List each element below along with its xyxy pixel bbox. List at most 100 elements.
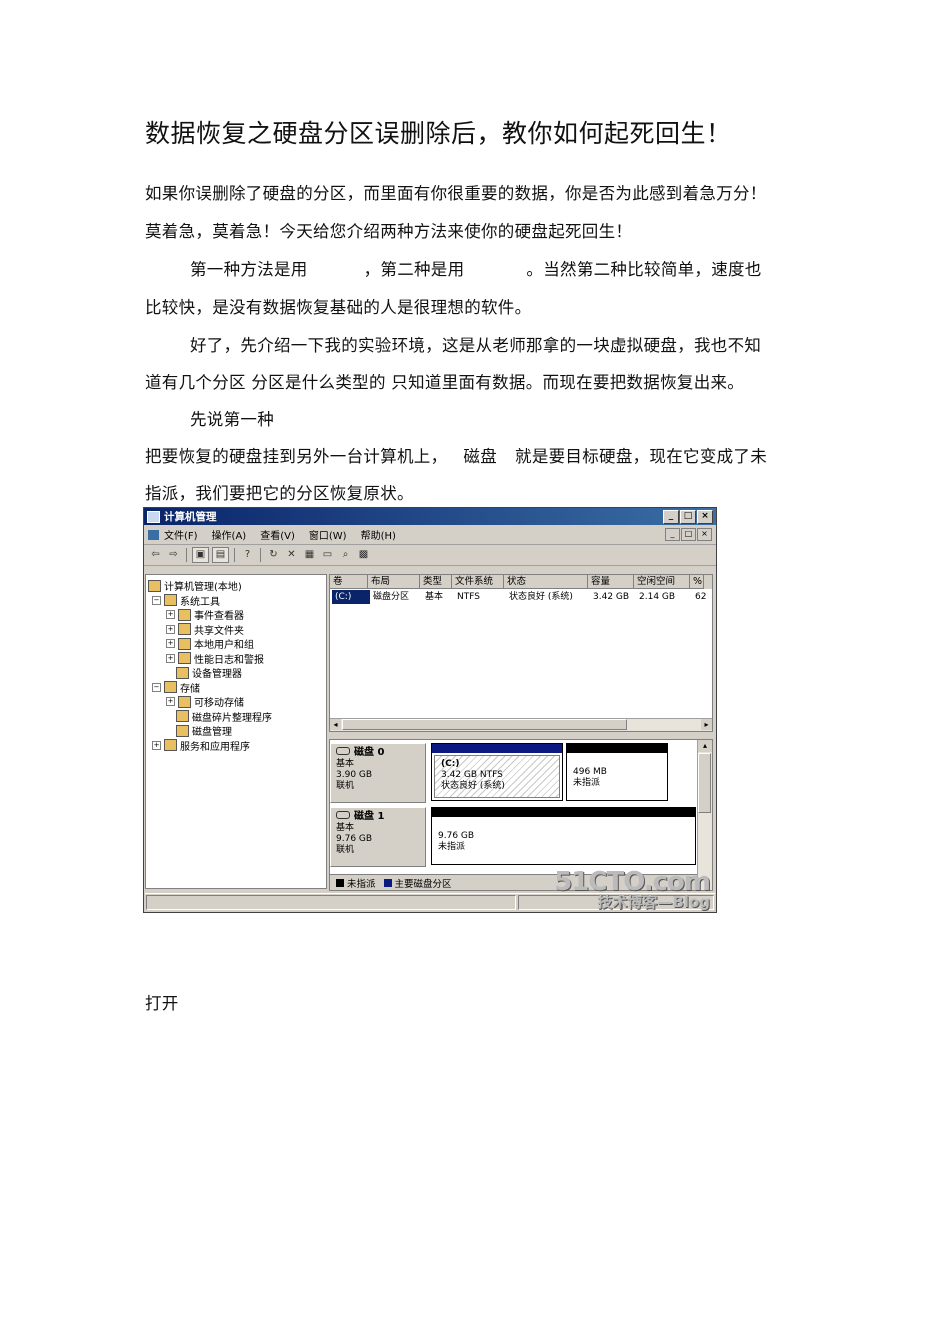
refresh-icon[interactable]: ↻ xyxy=(266,548,281,562)
paragraph-line: 如果你误删除了硬盘的分区，而里面有你很重要的数据，你是否为此感到着急万分！ xyxy=(145,184,767,203)
scroll-left-icon[interactable]: ◂ xyxy=(330,719,341,730)
scroll-thumb[interactable] xyxy=(342,719,627,730)
tree-node[interactable]: + 事件查看器 xyxy=(166,607,244,622)
expand-icon[interactable]: + xyxy=(166,610,175,619)
table-row[interactable]: (C:) 磁盘分区 基本 NTFS 状态良好 (系统) 3.42 GB 2.14 GB 62 xyxy=(330,590,712,604)
hard-disk-icon xyxy=(336,747,350,755)
tree-node-label: 服务和应用程序 xyxy=(180,741,250,753)
computer-management-screenshot: 计算机管理 _ □ × 文件(F) 操作(A) 查看(V) 窗口(W) 帮助(H… xyxy=(143,507,717,913)
menu-view[interactable]: 查看(V) xyxy=(260,527,295,542)
text-segment: 第一种方法是用 xyxy=(190,260,308,279)
tree-node[interactable]: 磁盘碎片整理程序 xyxy=(176,709,272,724)
legend-swatch xyxy=(383,878,392,887)
expand-icon[interactable]: + xyxy=(166,697,175,706)
expand-icon[interactable]: + xyxy=(166,653,175,663)
maximize-button[interactable]: □ xyxy=(680,510,696,524)
expand-icon[interactable]: + xyxy=(166,639,175,648)
menu-help[interactable]: 帮助(H) xyxy=(361,527,396,542)
tree-node-label: 磁盘碎片整理程序 xyxy=(192,712,272,724)
expand-icon[interactable]: + xyxy=(166,624,175,634)
menu-action[interactable]: 操作(A) xyxy=(212,527,247,542)
scroll-right-icon[interactable]: ▸ xyxy=(701,719,712,730)
watermark: 51CTO.com 技术博客—Blog xyxy=(554,869,711,910)
up-folder-icon[interactable]: ▣ xyxy=(192,547,209,563)
partition-status: 未指派 xyxy=(438,842,466,852)
text-segment: 磁盘 xyxy=(463,447,498,466)
disk-name: 磁盘 1 xyxy=(354,811,385,822)
disk-label[interactable]: 磁盘 0 基本 3.90 GB 联机 xyxy=(330,743,426,803)
partition-block[interactable]: 496 MB 未指派 xyxy=(566,743,668,801)
legend-label: 未指派 xyxy=(347,878,376,890)
tree-node[interactable]: + 可移动存储 xyxy=(166,694,244,709)
tree-node[interactable]: + 性能日志和警报 xyxy=(166,651,264,666)
scroll-up-icon[interactable]: ▴ xyxy=(698,740,712,752)
delete-icon[interactable]: ✕ xyxy=(284,548,299,562)
help-icon[interactable]: ? xyxy=(240,548,255,562)
tree-node-icon xyxy=(178,695,191,708)
tree-node-label: 设备管理器 xyxy=(192,669,242,680)
menu-file[interactable]: 文件(F) xyxy=(164,527,198,542)
column-header[interactable]: 文件系统 xyxy=(452,575,504,589)
show-tree-icon[interactable]: ▤ xyxy=(212,547,229,563)
text-segment: 就是要目标硬盘，现在它变成了未 xyxy=(515,447,768,466)
disk-type: 基本 xyxy=(336,759,355,769)
column-header[interactable]: 容量 xyxy=(588,575,634,589)
legend-swatch xyxy=(336,878,344,887)
partition-block[interactable]: 9.76 GB 未指派 xyxy=(431,807,696,865)
mdi-close-button[interactable]: × xyxy=(697,528,712,541)
partition-label: (C:) xyxy=(441,759,460,769)
column-header[interactable]: 空闲空间 xyxy=(634,575,690,589)
mdi-minimize-button[interactable]: _ xyxy=(665,528,680,541)
volume-list: 卷布局 类型 文件系统 状态 容量 空闲空间% (C:) 磁盘分区 基本 NTFS 状态良好 (系… xyxy=(329,574,713,732)
column-header[interactable]: 类型 xyxy=(420,575,452,589)
paragraph-line: 道有几个分区 分区是什么类型的 只知道里面有数据。而现在要把数据恢复出来。 xyxy=(145,373,745,392)
collapse-icon[interactable]: − xyxy=(152,595,161,605)
disk-label[interactable]: 磁盘 1 基本 9.76 GB 联机 xyxy=(330,807,426,867)
forward-arrow-icon[interactable]: ⇨ xyxy=(166,548,181,562)
column-header[interactable]: 卷 xyxy=(330,575,368,589)
tree-node-icon xyxy=(148,579,161,592)
partition-size: 496 MB xyxy=(573,767,607,777)
tree-node-icon xyxy=(176,666,189,679)
tree-node-icon xyxy=(164,739,177,751)
collapse-icon[interactable]: − xyxy=(152,682,161,692)
tree-node[interactable]: 计算机管理(本地) xyxy=(148,578,242,593)
expand-icon[interactable]: + xyxy=(152,740,161,750)
partition-block[interactable]: (C:) 3.42 GB NTFS 状态良好 (系统) xyxy=(431,743,563,801)
tree-node-label: 事件查看器 xyxy=(194,611,244,622)
horizontal-scrollbar[interactable]: ◂ ▸ xyxy=(330,718,712,731)
computer-icon xyxy=(147,510,160,523)
menu-bar: 文件(F) 操作(A) 查看(V) 窗口(W) 帮助(H) _ □ × xyxy=(144,525,716,545)
tree-node[interactable]: − 系统工具 xyxy=(152,593,220,608)
tree-node[interactable]: 设备管理器 xyxy=(176,665,242,680)
menu-window[interactable]: 窗口(W) xyxy=(309,527,347,542)
back-arrow-icon[interactable]: ⇦ xyxy=(148,548,163,562)
table-cell: NTFS xyxy=(457,592,480,602)
open-folder-icon[interactable]: ▭ xyxy=(320,548,335,562)
properties-icon[interactable]: ▦ xyxy=(302,548,317,562)
tree-node-label: 存储 xyxy=(180,683,200,695)
search-icon[interactable]: ⌕ xyxy=(338,548,353,562)
mdi-restore-button[interactable]: □ xyxy=(681,528,696,541)
tree-node-icon xyxy=(176,710,189,722)
article-title: 数据恢复之硬盘分区误删除后，教你如何起死回生！ xyxy=(145,119,732,148)
column-header[interactable]: 状态 xyxy=(504,575,588,589)
hard-disk-icon xyxy=(336,811,350,819)
minimize-button[interactable]: _ xyxy=(663,510,679,524)
disk-type: 基本 xyxy=(336,823,355,833)
tree-node-label: 系统工具 xyxy=(180,596,220,608)
tree-node[interactable]: 磁盘管理 xyxy=(176,723,232,738)
table-cell: (C:) xyxy=(332,590,370,604)
tree-node[interactable]: + 共享文件夹 xyxy=(166,622,244,637)
column-header[interactable]: 布局 xyxy=(368,575,420,589)
scroll-thumb[interactable] xyxy=(698,753,711,813)
tree-node[interactable]: + 本地用户和组 xyxy=(166,636,254,651)
tree-node[interactable]: − 存储 xyxy=(152,680,200,695)
tree-node-label: 性能日志和警报 xyxy=(194,654,264,666)
paragraph-line: 先说第一种 xyxy=(190,410,274,429)
close-button[interactable]: × xyxy=(697,510,713,524)
column-header[interactable]: % xyxy=(690,575,704,589)
disk-icon[interactable]: ▩ xyxy=(356,548,371,562)
tree-node[interactable]: + 服务和应用程序 xyxy=(152,738,250,753)
paragraph-line: 好了，先介绍一下我的实验环境，这是从老师那拿的一块虚拟硬盘，我也不知 xyxy=(190,336,762,355)
